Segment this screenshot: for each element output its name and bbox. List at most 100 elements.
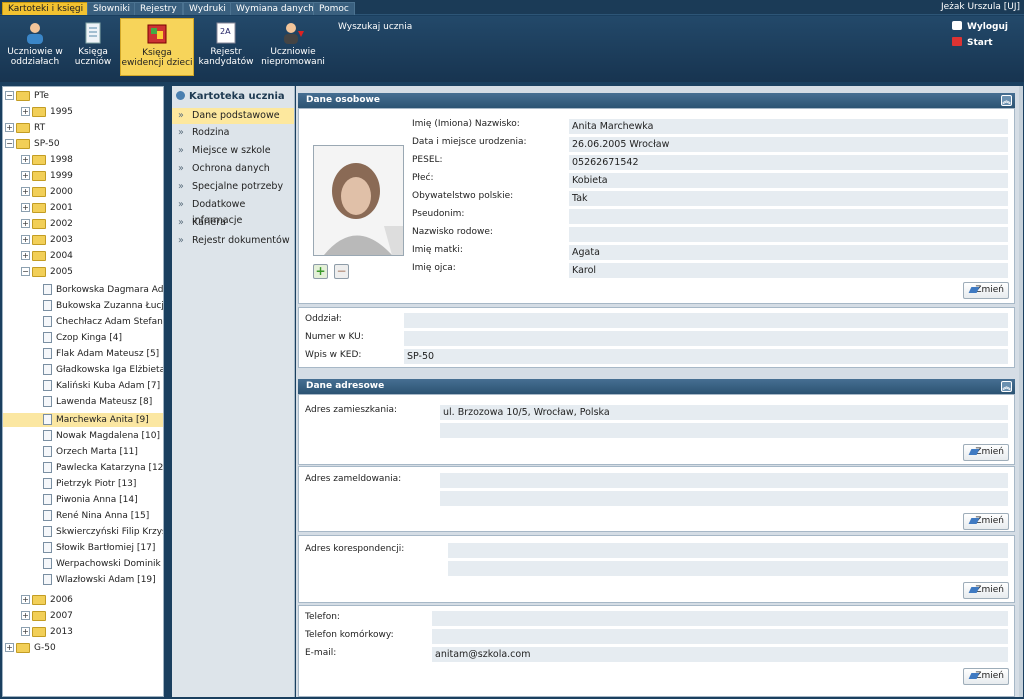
folder-icon (32, 154, 46, 165)
tree-node[interactable]: +1998 (21, 153, 73, 167)
student-icon (27, 23, 43, 44)
toolbar: Uczniowie w oddziałach Księga uczniów Ks… (0, 16, 1024, 82)
tree-student[interactable]: Borkowska Dagmara Ada [1 (43, 283, 163, 297)
tab-slowniki[interactable]: Słowniki (87, 2, 137, 15)
folder-icon (16, 122, 30, 133)
tree-student[interactable]: Werpachowski Dominik Stan (43, 557, 163, 571)
tree-student[interactable]: Lawenda Mateusz [8] (43, 395, 152, 409)
rejestr-kandydatow-button[interactable]: 2A Rejestr kandydatów (198, 18, 254, 76)
tab-wymiana-danych[interactable]: Wymiana danych (230, 2, 320, 15)
search-student-link[interactable]: Wyszukaj ucznia (338, 22, 412, 32)
add-photo-button[interactable]: + (313, 264, 328, 279)
edit-personal-button[interactable]: Zmień (963, 282, 1009, 299)
student-card-icon (43, 332, 52, 343)
student-card-icon (43, 430, 52, 441)
tab-kartoteki[interactable]: Kartoteki i księgi (2, 2, 90, 15)
student-card-icon (43, 574, 52, 585)
tab-pomoc[interactable]: Pomoc (313, 2, 355, 15)
edit-correspondence-address-button[interactable]: Zmień (963, 582, 1009, 599)
folder-icon (32, 170, 46, 181)
student-card-icon (43, 526, 52, 537)
home-address-label: Adres zamieszkania: (305, 405, 398, 415)
tree-student-selected[interactable]: Marchewka Anita [9] (3, 413, 163, 427)
tree-student[interactable]: Orzech Marta [11] (43, 445, 138, 459)
tree-node[interactable]: +1999 (21, 169, 73, 183)
collapse-icon[interactable]: ︽ (1001, 381, 1012, 392)
phone-label: Telefon: (305, 612, 340, 622)
lock-icon (952, 21, 962, 30)
tree-student[interactable]: Gładkowska Iga Elżbieta [6] (43, 363, 163, 377)
mobile-label: Telefon komórkowy: (305, 630, 394, 640)
uczniowie-niepromowani-button[interactable]: Uczniowie niepromowani (260, 18, 326, 76)
tree-node[interactable]: − SP-50 (5, 137, 60, 151)
start-link[interactable]: Start (952, 37, 993, 48)
nav-item-ochrona-danych[interactable]: Ochrona danych (172, 161, 294, 177)
tab-rejestry[interactable]: Rejestry (134, 2, 183, 15)
collapse-icon[interactable]: ︽ (1001, 95, 1012, 106)
tree-student[interactable]: Pawlecka Katarzyna [12] (43, 461, 163, 475)
citizenship-label: Obywatelstwo polskie: (412, 191, 514, 201)
remove-photo-button[interactable]: − (334, 264, 349, 279)
ksiega-ewidencji-dzieci-button[interactable]: Księga ewidencji dzieci (120, 18, 194, 76)
edit-home-address-button[interactable]: Zmień (963, 444, 1009, 461)
ked-entry-label: Wpis w KED: (305, 350, 362, 360)
tree-student[interactable]: Flak Adam Mateusz [5] (43, 347, 159, 361)
tree-node[interactable]: −2005 (21, 265, 73, 279)
tree-node[interactable]: +2003 (21, 233, 73, 247)
book-icon (85, 22, 101, 44)
nav-item-kariera[interactable]: Kariera (172, 215, 294, 231)
tree-node[interactable]: +2013 (21, 625, 73, 639)
father-name-label: Imię ojca: (412, 263, 456, 273)
nav-item-dane-podstawowe[interactable]: Dane podstawowe (172, 108, 294, 124)
nav-item-rejestr-dokumentow[interactable]: Rejestr dokumentów (172, 233, 294, 249)
tree-node[interactable]: +2006 (21, 593, 73, 607)
edit-registered-address-button[interactable]: Zmień (963, 513, 1009, 530)
tree-student[interactable]: Słowik Bartłomiej [17] (43, 541, 155, 555)
ku-number-value (404, 331, 1008, 346)
nav-item-rodzina[interactable]: Rodzina (172, 125, 294, 141)
uczniowie-w-oddzialach-button[interactable]: Uczniowie w oddziałach (4, 18, 66, 76)
address-header: Dane adresowe ︽ (298, 379, 1015, 394)
tree-node[interactable]: +2002 (21, 217, 73, 231)
nav-item-miejsce-w-szkole[interactable]: Miejsce w szkole (172, 143, 294, 159)
folder-icon (32, 250, 46, 261)
birth-label: Data i miejsce urodzenia: (412, 137, 527, 147)
tree-node[interactable]: − PTe (5, 89, 49, 103)
personal-data-header: Dane osobowe ︽ (298, 93, 1015, 108)
tree-node[interactable]: +2004 (21, 249, 73, 263)
student-card-icon (43, 300, 52, 311)
tree-student[interactable]: Nowak Magdalena [10] (43, 429, 160, 443)
tree-student[interactable]: Pietrzyk Piotr [13] (43, 477, 136, 491)
tree-student[interactable]: Wlazłowski Adam [19] (43, 573, 156, 587)
tree-node[interactable]: + RT (5, 121, 45, 135)
tree-node[interactable]: +2000 (21, 185, 73, 199)
tab-wydruki[interactable]: Wydruki (183, 2, 232, 15)
sex-label: Płeć: (412, 173, 434, 183)
ledger-icon (147, 24, 167, 44)
student-tree[interactable]: − PTe +1995 + RT − SP-50 +1998 +1999 +2000 … (2, 86, 164, 697)
tree-student[interactable]: Czop Kinga [4] (43, 331, 122, 345)
family-name-value (569, 227, 1008, 242)
nav-item-specjalne-potrzeby[interactable]: Specjalne potrzeby (172, 179, 294, 195)
ksiega-uczniow-button[interactable]: Księga uczniów (70, 18, 116, 76)
nav-item-dodatkowe-informacje[interactable]: Dodatkowe informacje (172, 197, 294, 226)
tree-student[interactable]: René Nina Anna [15] (43, 509, 149, 523)
student-record-icon (176, 91, 185, 100)
edit-contact-button[interactable]: Zmień (963, 668, 1009, 685)
tree-node[interactable]: + G-50 (5, 641, 56, 655)
tree-student[interactable]: Kaliński Kuba Adam [7] (43, 379, 160, 393)
home-address-line2 (440, 423, 1008, 438)
tree-node[interactable]: +1995 (21, 105, 73, 119)
class-value (404, 313, 1008, 328)
student-photo (313, 145, 404, 256)
tree-student[interactable]: Piwonia Anna [14] (43, 493, 138, 507)
tree-student[interactable]: Bukowska Zuzanna Łucja [2 (43, 299, 163, 313)
tree-student[interactable]: Chechłacz Adam Stefan [3] (43, 315, 163, 329)
tree-node[interactable]: +2007 (21, 609, 73, 623)
personal-data-panel: + − Imię (Imiona) Nazwisko: Data i miejs… (298, 108, 1015, 304)
logout-link[interactable]: Wyloguj (952, 21, 1008, 32)
contact-panel: Telefon: Telefon komórkowy: E-mail: anit… (298, 605, 1015, 697)
tree-student[interactable]: Skwierczyński Filip Krzyszto (43, 525, 163, 539)
tree-node[interactable]: +2001 (21, 201, 73, 215)
scrollbar[interactable] (1019, 86, 1023, 697)
